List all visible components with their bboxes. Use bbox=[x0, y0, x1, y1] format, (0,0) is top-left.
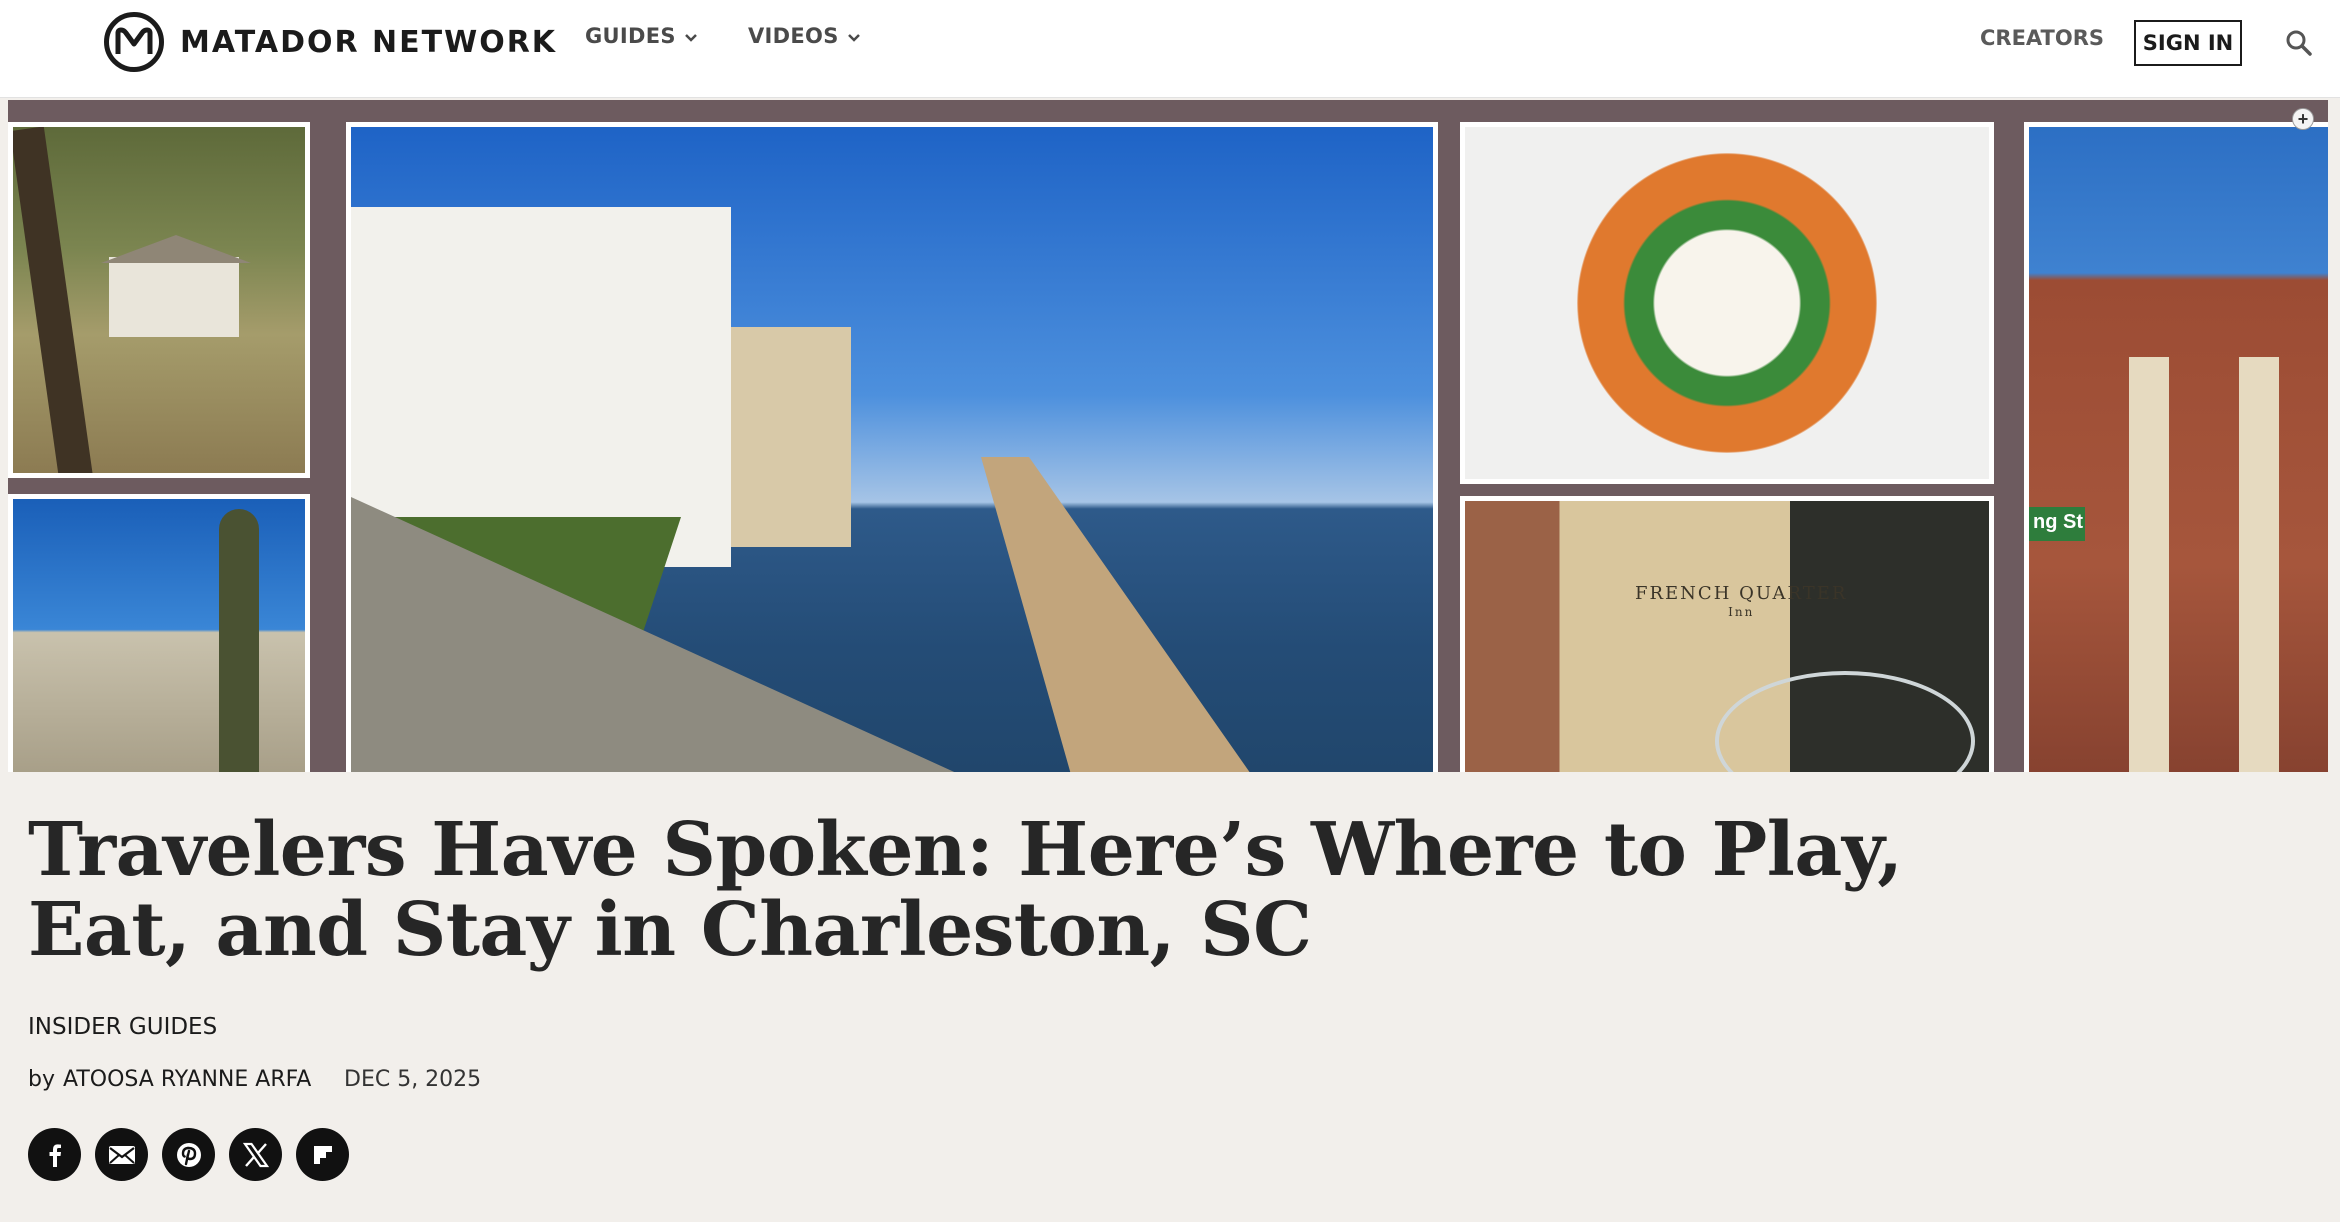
photo-oak-tree-cottage bbox=[8, 122, 310, 478]
search-icon[interactable] bbox=[2284, 28, 2314, 58]
matador-logo-icon bbox=[104, 12, 164, 72]
nav-videos[interactable]: VIDEOS bbox=[748, 24, 861, 48]
chevron-down-icon bbox=[847, 24, 861, 48]
photo-hotel-entrance-bikes: FRENCH QUARTER Inn bbox=[1460, 496, 1994, 772]
photo-historic-building-stairs: ng St bbox=[2024, 122, 2328, 772]
x-icon[interactable] bbox=[229, 1128, 282, 1181]
brand-name: MATADOR NETWORK bbox=[180, 24, 558, 60]
article-title: Travelers Have Spoken: Here’s Where to P… bbox=[28, 807, 1903, 973]
nav-creators[interactable]: CREATORS bbox=[1980, 26, 2104, 50]
street-sign: ng St bbox=[2029, 507, 2085, 541]
nav-videos-label: VIDEOS bbox=[748, 24, 839, 48]
hero-collage: FRENCH QUARTER Inn ng St + bbox=[8, 100, 2328, 772]
site-header: MATADOR NETWORK GUIDES VIDEOS CREATORS S… bbox=[0, 0, 2340, 98]
chevron-down-icon bbox=[684, 24, 698, 48]
nav-guides[interactable]: GUIDES bbox=[585, 24, 698, 48]
facebook-icon[interactable] bbox=[28, 1128, 81, 1181]
pinterest-icon[interactable] bbox=[162, 1128, 215, 1181]
nav-guides-label: GUIDES bbox=[585, 24, 676, 48]
publish-date: DEC 5, 2025 bbox=[344, 1067, 482, 1092]
photo-plated-dish bbox=[1460, 122, 1994, 484]
expand-image-button[interactable]: + bbox=[2292, 108, 2314, 130]
by-label: by bbox=[28, 1067, 55, 1092]
photo-waterfront-battery bbox=[346, 122, 1438, 772]
photo-stone-gate bbox=[8, 494, 310, 772]
byline: by ATOOSA RYANNE ARFA bbox=[28, 1067, 311, 1092]
article-header: Travelers Have Spoken: Here’s Where to P… bbox=[0, 772, 2108, 1222]
article-category[interactable]: INSIDER GUIDES bbox=[28, 1014, 217, 1040]
author-link[interactable]: ATOOSA RYANNE ARFA bbox=[63, 1067, 311, 1092]
hotel-sign: FRENCH QUARTER Inn bbox=[1635, 583, 1848, 620]
share-bar bbox=[28, 1128, 349, 1181]
email-icon[interactable] bbox=[95, 1128, 148, 1181]
site-logo[interactable]: MATADOR NETWORK bbox=[104, 12, 557, 72]
sign-in-button[interactable]: SIGN IN bbox=[2134, 20, 2242, 66]
flipboard-icon[interactable] bbox=[296, 1128, 349, 1181]
